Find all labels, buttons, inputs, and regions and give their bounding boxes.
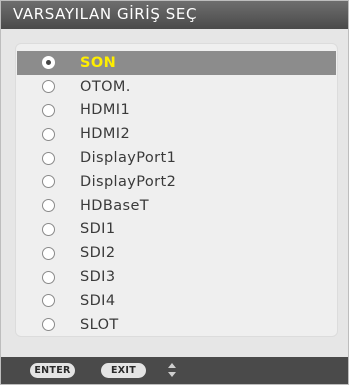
input-option-label: SLOT bbox=[80, 316, 119, 333]
input-option-sdi4[interactable]: SDI4 bbox=[16, 289, 337, 313]
up-down-arrows-icon bbox=[168, 363, 176, 377]
input-option-hdmi2[interactable]: HDMI2 bbox=[16, 122, 337, 146]
radio-unselected-icon[interactable] bbox=[42, 318, 55, 332]
input-option-sdi2[interactable]: SDI2 bbox=[16, 241, 337, 265]
radio-unselected-icon[interactable] bbox=[42, 103, 55, 117]
input-list-panel: SON OTOM. HDMI1 HDMI2 DisplayPort1 DisplayPor… bbox=[15, 43, 338, 337]
input-option-label: SDI2 bbox=[80, 245, 116, 262]
input-list: SON OTOM. HDMI1 HDMI2 DisplayPort1 DisplayPor… bbox=[16, 51, 337, 337]
radio-unselected-icon[interactable] bbox=[42, 127, 55, 141]
input-option-label: OTOM. bbox=[80, 78, 131, 95]
input-option-label: HDMI2 bbox=[80, 126, 131, 143]
radio-unselected-icon[interactable] bbox=[42, 80, 55, 94]
input-option-slot[interactable]: SLOT bbox=[16, 313, 337, 337]
radio-unselected-icon[interactable] bbox=[42, 199, 55, 213]
input-option-son[interactable]: SON bbox=[17, 51, 336, 75]
input-option-label: SDI3 bbox=[80, 269, 116, 286]
input-option-label: SON bbox=[80, 54, 117, 71]
default-input-select-dialog: VARSAYILAN GİRİŞ SEÇ SON OTOM. HDMI1 HDMI2 D… bbox=[0, 0, 349, 385]
input-option-label: SDI4 bbox=[80, 292, 116, 309]
radio-unselected-icon[interactable] bbox=[42, 151, 55, 165]
input-option-hdbaset[interactable]: HDBaseT bbox=[16, 194, 337, 218]
input-option-label: HDMI1 bbox=[80, 102, 131, 119]
radio-unselected-icon[interactable] bbox=[42, 294, 55, 308]
radio-selected-icon[interactable] bbox=[42, 56, 55, 70]
dialog-title: VARSAYILAN GİRİŞ SEÇ bbox=[13, 5, 198, 23]
enter-button[interactable]: ENTER bbox=[30, 363, 75, 378]
input-option-label: DisplayPort1 bbox=[80, 150, 177, 167]
footer-bar: ENTER EXIT bbox=[1, 357, 348, 384]
input-option-sdi1[interactable]: SDI1 bbox=[16, 218, 337, 242]
input-option-label: HDBaseT bbox=[80, 197, 150, 214]
radio-unselected-icon[interactable] bbox=[42, 270, 55, 284]
exit-button[interactable]: EXIT bbox=[101, 363, 146, 378]
input-option-hdmi1[interactable]: HDMI1 bbox=[16, 99, 337, 123]
radio-unselected-icon[interactable] bbox=[42, 175, 55, 189]
title-bar: VARSAYILAN GİRİŞ SEÇ bbox=[1, 1, 348, 29]
input-option-displayport2[interactable]: DisplayPort2 bbox=[16, 170, 337, 194]
radio-unselected-icon[interactable] bbox=[42, 246, 55, 260]
input-option-label: DisplayPort2 bbox=[80, 173, 177, 190]
input-option-sdi3[interactable]: SDI3 bbox=[16, 265, 337, 289]
input-option-otom[interactable]: OTOM. bbox=[16, 75, 337, 99]
input-option-displayport1[interactable]: DisplayPort1 bbox=[16, 146, 337, 170]
radio-unselected-icon[interactable] bbox=[42, 222, 55, 236]
input-option-label: SDI1 bbox=[80, 221, 116, 238]
